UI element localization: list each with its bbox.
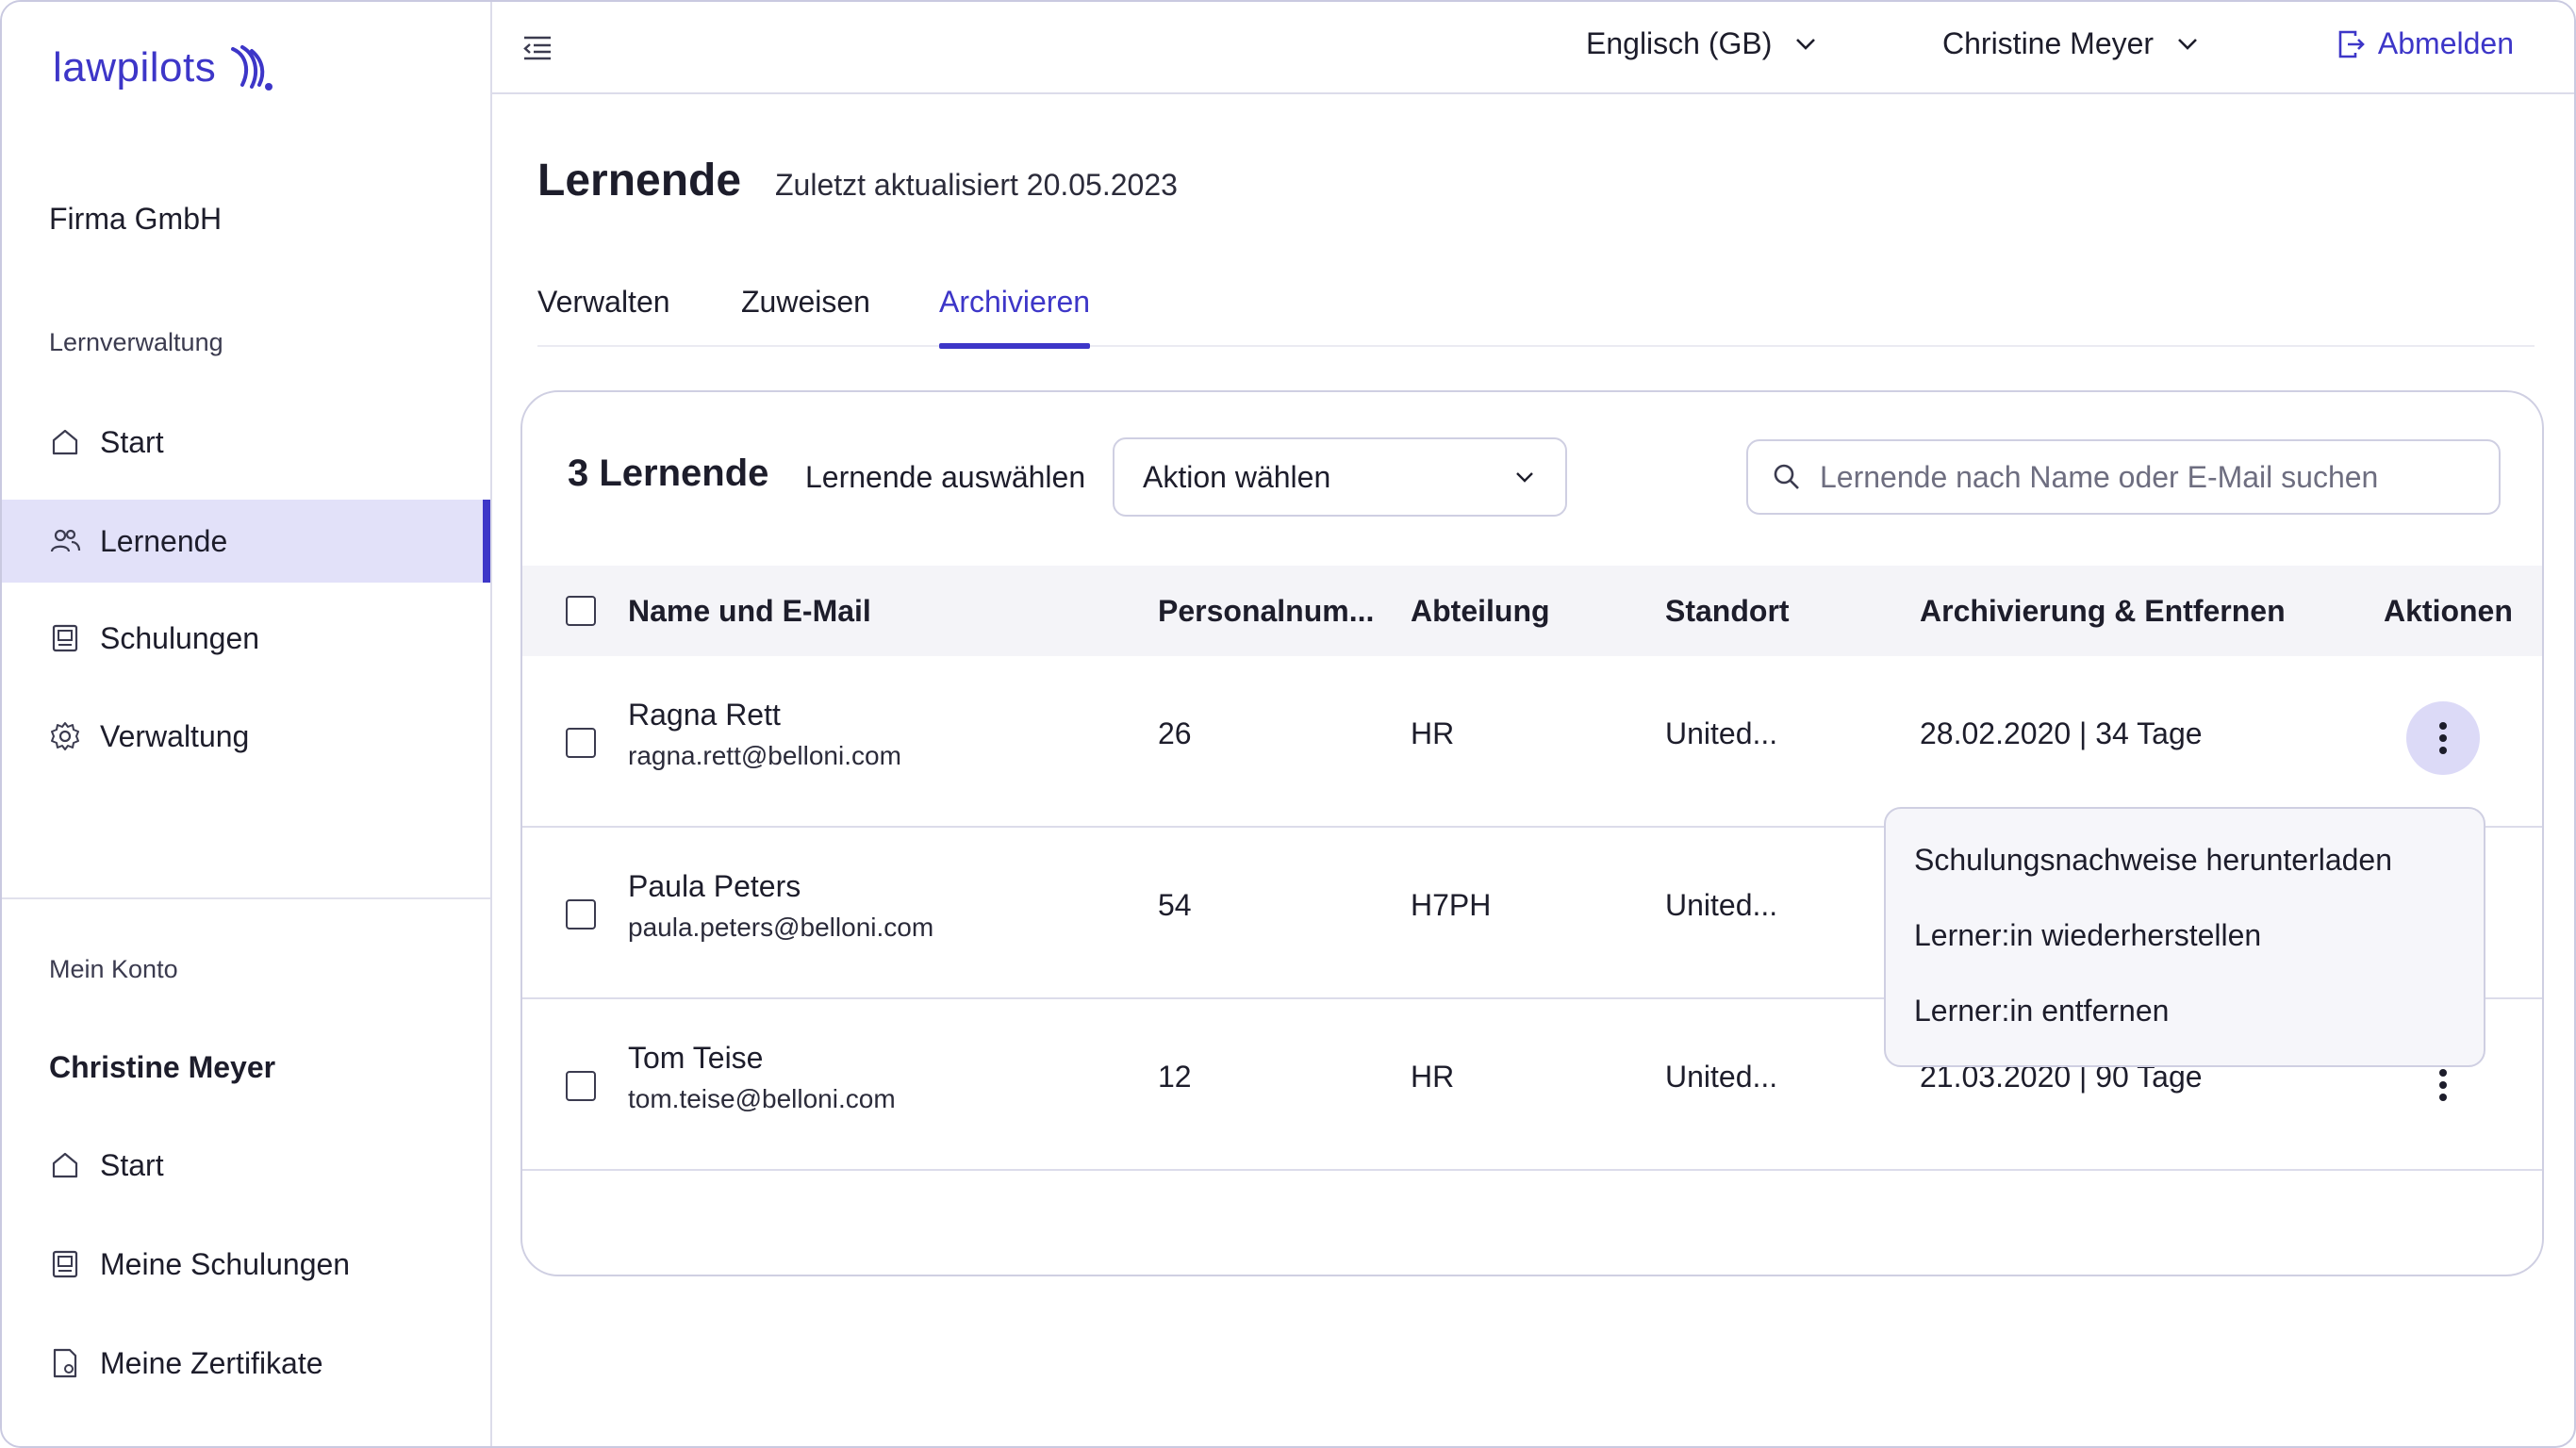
training-icon (49, 622, 81, 654)
department: HR (1411, 716, 1455, 750)
more-vertical-icon (2439, 722, 2447, 754)
table-row: Ragna Rett ragna.rett@belloni.com 26 HR … (522, 656, 2542, 828)
section-label-account: Mein Konto (49, 955, 178, 983)
row-actions-button[interactable] (2406, 701, 2480, 775)
row-actions-menu: Schulungsnachweise herunterladen Lerner:… (1884, 807, 2485, 1067)
sidebar-divider (2, 897, 490, 899)
column-header-department[interactable]: Abteilung (1411, 594, 1550, 629)
tab-bar: Verwalten Zuweisen Archivieren (537, 281, 2535, 349)
learner-name: Ragna Rett (628, 698, 781, 732)
more-vertical-icon (2439, 1069, 2447, 1101)
company-name: Firma GmbH (49, 202, 223, 236)
certificate-icon (49, 1347, 81, 1379)
action-select[interactable]: Aktion wählen (1113, 437, 1567, 517)
search-input[interactable] (1820, 459, 2480, 495)
sidebar-item-lernende[interactable]: Lernende (2, 500, 490, 583)
tab-verwalten[interactable]: Verwalten (537, 281, 670, 347)
logout-icon (2338, 30, 2365, 58)
search-box (1746, 439, 2501, 515)
language-label: Englisch (GB) (1586, 26, 1773, 60)
home-icon (49, 426, 81, 458)
logo-text: lawpilots (53, 44, 217, 90)
row-checkbox[interactable] (566, 728, 596, 758)
user-menu[interactable]: Christine Meyer (1942, 26, 2201, 61)
sidebar-item-label: Meine Zertifikate (100, 1345, 323, 1380)
learner-email: paula.peters@belloni.com (628, 913, 934, 942)
select-all-checkbox[interactable] (566, 596, 596, 626)
sidebar-item-account-start[interactable]: Start (2, 1124, 490, 1207)
chevron-down-icon (2178, 38, 2197, 50)
app-window: lawpilots Firma GmbH Lernverwaltung Star… (0, 0, 2576, 1448)
sidebar-item-label: Start (100, 424, 164, 459)
logo-mark-icon (231, 45, 273, 90)
sidebar-item-meine-schulungen[interactable]: Meine Schulungen (2, 1223, 490, 1306)
topbar: Englisch (GB) Christine Meyer Abmelden (492, 2, 2574, 94)
users-icon (49, 525, 81, 557)
column-header-personal-number[interactable]: Personalnum... (1158, 594, 1374, 629)
chevron-down-icon (1516, 472, 1533, 483)
sidebar-item-label: Verwaltung (100, 718, 250, 753)
menu-item-restore-learner[interactable]: Lerner:in wiederherstellen (1914, 918, 2261, 953)
page-title: Lernende (537, 156, 742, 206)
location: United... (1665, 888, 1778, 922)
sidebar-item-label: Schulungen (100, 620, 260, 655)
sidebar-item-schulungen[interactable]: Schulungen (2, 597, 490, 680)
sidebar-item-label: Start (100, 1147, 164, 1182)
sidebar-item-meine-zertifikate[interactable]: Meine Zertifikate (2, 1322, 490, 1405)
chevron-down-icon (1796, 38, 1816, 50)
learner-email: ragna.rett@belloni.com (628, 741, 901, 770)
collapse-menu-icon[interactable] (520, 30, 554, 64)
menu-item-remove-learner[interactable]: Lerner:in entfernen (1914, 994, 2169, 1028)
select-learners-label: Lernende auswählen (805, 460, 1086, 494)
account-name: Christine Meyer (49, 1050, 276, 1084)
personal-number: 54 (1158, 888, 1192, 922)
column-header-actions: Aktionen (2384, 594, 2513, 628)
tab-zuweisen[interactable]: Zuweisen (741, 281, 870, 347)
department: HR (1411, 1060, 1455, 1094)
learner-name: Tom Teise (628, 1041, 764, 1075)
department: H7PH (1411, 888, 1492, 922)
archive-date: 28.02.2020 | 34 Tage (1920, 716, 2203, 750)
column-header-location[interactable]: Standort (1665, 594, 1790, 629)
user-name: Christine Meyer (1942, 26, 2155, 60)
menu-item-download-certificates[interactable]: Schulungsnachweise herunterladen (1914, 843, 2392, 878)
sidebar-item-label: Meine Schulungen (100, 1246, 351, 1281)
sidebar: lawpilots Firma GmbH Lernverwaltung Star… (2, 2, 492, 1446)
location: United... (1665, 1060, 1778, 1094)
sidebar-item-label: Lernende (100, 523, 228, 558)
row-checkbox[interactable] (566, 1071, 596, 1101)
sidebar-item-start[interactable]: Start (2, 401, 490, 484)
logout-label: Abmelden (2377, 26, 2514, 60)
action-select-value: Aktion wählen (1143, 459, 1331, 494)
section-label-learning: Lernverwaltung (49, 328, 223, 356)
logo[interactable]: lawpilots (53, 41, 274, 94)
personal-number: 26 (1158, 716, 1192, 750)
home-icon (49, 1149, 81, 1181)
training-icon (49, 1248, 81, 1280)
table-header: Name und E-Mail Personalnum... Abteilung… (522, 566, 2542, 656)
search-icon (1774, 464, 1799, 489)
learner-email: tom.teise@belloni.com (628, 1084, 896, 1113)
learner-name: Paula Peters (628, 869, 801, 903)
column-header-name[interactable]: Name und E-Mail (628, 594, 871, 629)
language-select[interactable]: Englisch (GB) (1586, 26, 1819, 61)
personal-number: 12 (1158, 1060, 1192, 1094)
logout-button[interactable]: Abmelden (2337, 26, 2514, 61)
learner-count: 3 Lernende (568, 452, 769, 494)
row-checkbox[interactable] (566, 899, 596, 930)
location: United... (1665, 716, 1778, 750)
column-header-archive[interactable]: Archivierung & Entfernen (1920, 594, 2286, 629)
tab-archivieren[interactable]: Archivieren (939, 281, 1091, 349)
last-updated: Zuletzt aktualisiert 20.05.2023 (775, 168, 1178, 202)
sidebar-item-verwaltung[interactable]: Verwaltung (2, 695, 490, 778)
gear-icon (49, 720, 81, 752)
